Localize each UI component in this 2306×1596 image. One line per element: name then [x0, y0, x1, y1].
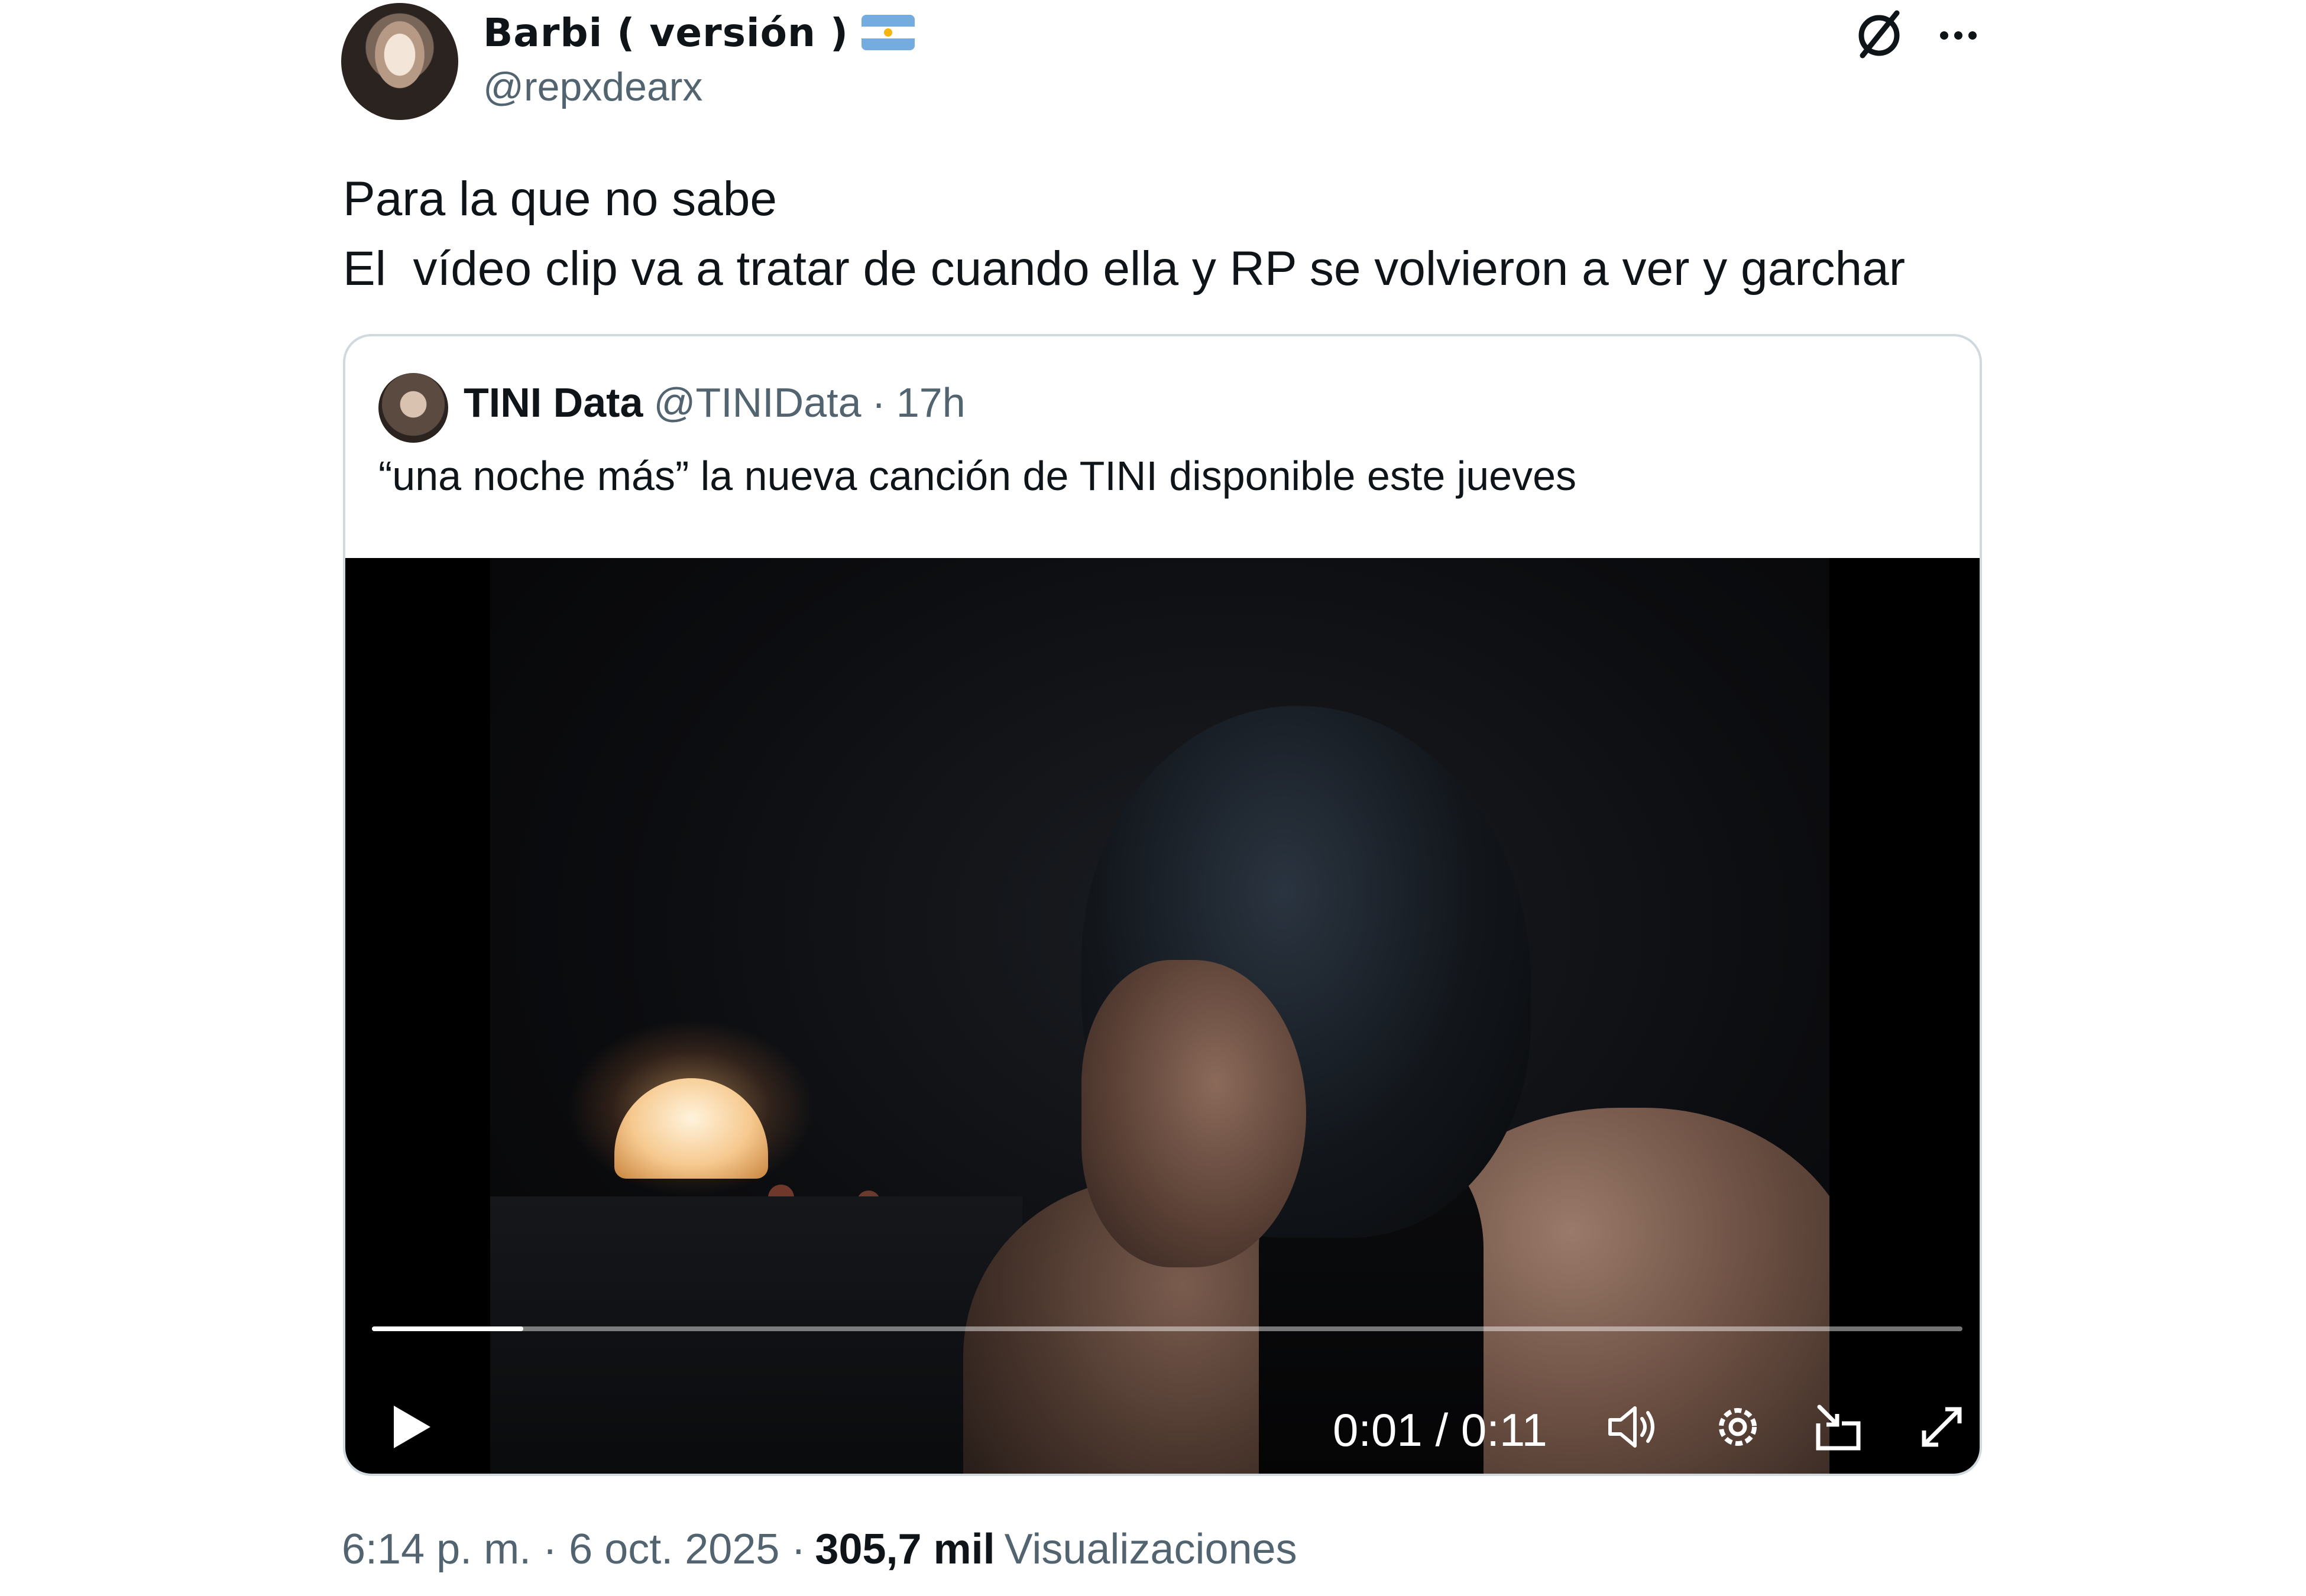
video-time: 0:01 / 0:11 — [1333, 1404, 1547, 1456]
tweet-timestamp[interactable]: 6:14 p. m. · 6 oct. 2025 · — [342, 1525, 805, 1574]
picture-in-picture-icon[interactable] — [1809, 1397, 1868, 1456]
tweet-line: Para la que no sabe — [343, 172, 777, 226]
author-name-row: Barbi ( versión ) — [483, 6, 915, 59]
tweet-line: El vídeo clip va a tratar de cuando ella… — [343, 242, 1906, 296]
tweet-meta: 6:14 p. m. · 6 oct. 2025 · 305,7 mil Vis… — [342, 1525, 1297, 1574]
argentina-flag-icon — [861, 15, 915, 50]
quoted-text: “una noche más” la nueva canción de TINI… — [378, 453, 1577, 499]
grok-icon[interactable] — [1850, 5, 1909, 64]
video-frame — [490, 558, 1829, 1474]
views-count: 305,7 mil — [815, 1526, 995, 1573]
fullscreen-icon[interactable] — [1912, 1397, 1971, 1456]
tweet-text: Para la que no sabe El vídeo clip va a t… — [343, 164, 1905, 304]
video-progress-bar[interactable] — [372, 1326, 1962, 1331]
quoted-header: TINI Data @TINIData · 17h — [464, 379, 966, 426]
quoted-separator: · — [872, 379, 886, 426]
author-display-name[interactable]: Barbi ( versión ) — [483, 10, 848, 56]
settings-icon[interactable] — [1708, 1397, 1767, 1456]
quoted-handle[interactable]: @TINIData — [653, 379, 861, 426]
quoted-avatar[interactable] — [378, 373, 448, 443]
volume-icon[interactable] — [1602, 1397, 1661, 1456]
views-label: Visualizaciones — [1004, 1526, 1297, 1573]
quoted-time[interactable]: 17h — [896, 379, 966, 426]
play-icon[interactable] — [381, 1397, 440, 1456]
quoted-tweet[interactable]: TINI Data @TINIData · 17h “una noche más… — [343, 334, 1982, 1476]
author-handle[interactable]: @repxdearx — [483, 64, 702, 110]
quoted-name[interactable]: TINI Data — [464, 379, 643, 426]
video-progress-fill — [372, 1326, 523, 1331]
more-icon[interactable] — [1929, 12, 1988, 59]
video-player[interactable]: 0:01 / 0:11 — [345, 558, 1980, 1474]
author-avatar[interactable] — [341, 3, 458, 120]
tweet-page: Barbi ( versión ) @repxdearx Para la que… — [0, 0, 2306, 1596]
